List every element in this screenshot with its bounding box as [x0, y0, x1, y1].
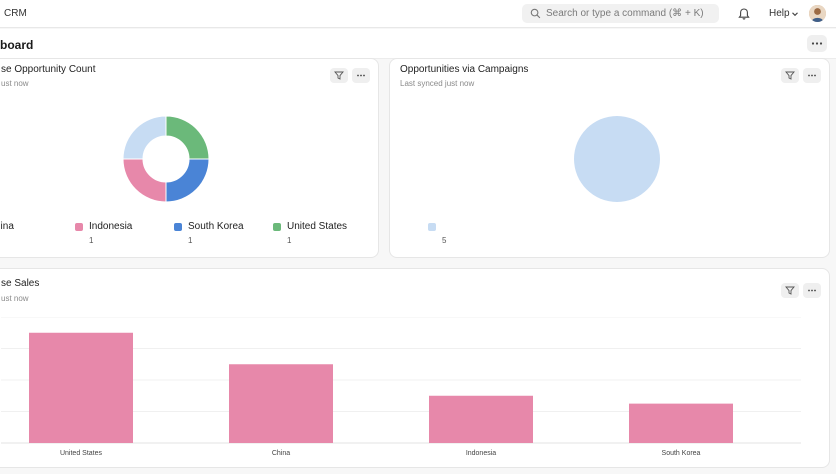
- more-horizontal-icon: [811, 42, 823, 45]
- card-title: Opportunities via Campaigns: [400, 64, 529, 75]
- donut-slice-indonesia[interactable]: [122, 158, 167, 203]
- legend-value: 1: [188, 236, 193, 245]
- sales-card: se Sales ust now United States China Indon…: [0, 268, 830, 468]
- card-subtitle: ust now: [1, 79, 29, 88]
- search-box[interactable]: Search or type a command (⌘ + K): [522, 4, 719, 23]
- legend-label: United States: [287, 221, 348, 232]
- donut-slice-china[interactable]: [122, 115, 167, 160]
- more-options-button[interactable]: [352, 68, 370, 83]
- filter-icon: [785, 286, 795, 295]
- bar-united-states[interactable]: [29, 332, 133, 443]
- legend-swatch: [428, 223, 436, 231]
- app-title[interactable]: CRM: [4, 8, 27, 19]
- bar-china[interactable]: [229, 364, 333, 443]
- x-tick-label: China: [271, 450, 291, 457]
- donut-slice-south-korea[interactable]: [165, 158, 210, 203]
- bar-chart: [1, 317, 801, 444]
- more-options-button[interactable]: [803, 283, 821, 298]
- page-header: board: [0, 29, 836, 59]
- filter-button[interactable]: [781, 283, 799, 298]
- card-title: se Sales: [1, 278, 40, 289]
- legend-value: 1: [89, 236, 94, 245]
- pie-chart: [574, 116, 660, 202]
- more-horizontal-icon: [357, 74, 365, 77]
- card-title: se Opportunity Count: [1, 64, 96, 75]
- x-tick-label: Indonesia: [465, 450, 497, 457]
- filter-button[interactable]: [781, 68, 799, 83]
- legend-value: 5: [442, 236, 447, 245]
- more-options-button[interactable]: [803, 68, 821, 83]
- legend-swatch: [273, 223, 281, 231]
- pie-slice[interactable]: [574, 116, 660, 202]
- filter-icon: [785, 71, 795, 80]
- legend-swatch: [75, 223, 83, 231]
- bar-south-korea[interactable]: [629, 403, 733, 443]
- chevron-down-icon[interactable]: [791, 10, 799, 18]
- bell-icon[interactable]: [737, 7, 751, 21]
- legend-label: Indonesia: [89, 221, 133, 232]
- legend-label: hina: [0, 221, 14, 232]
- more-horizontal-icon: [808, 74, 816, 77]
- legend-label: South Korea: [188, 221, 244, 232]
- filter-icon: [334, 71, 344, 80]
- filter-button[interactable]: [330, 68, 348, 83]
- search-placeholder: Search or type a command (⌘ + K): [546, 8, 704, 19]
- search-icon: [530, 8, 541, 19]
- legend-swatch: [174, 223, 182, 231]
- avatar[interactable]: [809, 5, 826, 22]
- opportunity-count-card: se Opportunity Count ust now hina Indone…: [0, 58, 379, 258]
- campaigns-card: Opportunities via Campaigns Last synced …: [389, 58, 830, 258]
- x-tick-label: South Korea: [661, 450, 701, 457]
- top-bar: CRM Search or type a command (⌘ + K) Hel…: [0, 0, 836, 28]
- bar-indonesia[interactable]: [429, 395, 533, 443]
- donut-slice-united-states[interactable]: [165, 115, 210, 160]
- card-subtitle: Last synced just now: [400, 79, 475, 88]
- page-title: board: [0, 38, 34, 52]
- card-subtitle: ust now: [1, 294, 29, 303]
- donut-chart: [122, 115, 210, 203]
- legend-value: 1: [287, 236, 292, 245]
- x-tick-label: United States: [59, 450, 103, 457]
- more-horizontal-icon: [808, 289, 816, 292]
- help-menu[interactable]: Help: [769, 8, 790, 19]
- more-options-button[interactable]: [807, 35, 827, 52]
